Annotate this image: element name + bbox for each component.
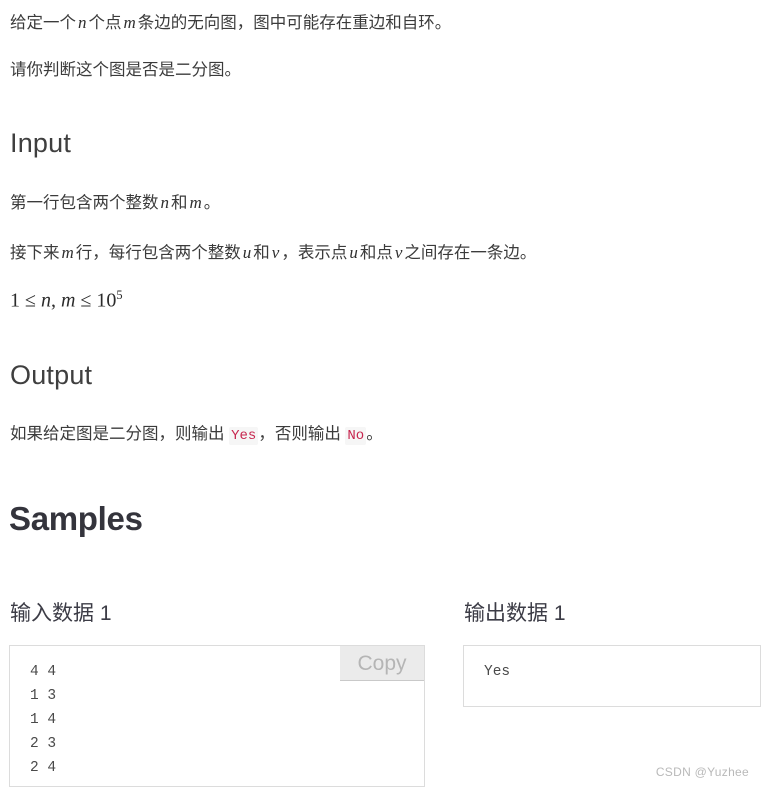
output-text-segment: ，否则输出: [258, 425, 341, 443]
sample-output-code-text: Yes: [484, 664, 511, 680]
input-text-segment: 接下来: [10, 244, 60, 262]
less-equal-symbol: ≤: [80, 289, 92, 312]
math-variable-v: v: [271, 243, 280, 262]
samples-section-heading: Samples: [9, 500, 143, 537]
problem-statement-page: 给定一个 n 个点 m 条边的无向图，图中可能存在重边和自环。 请你判断这个图是否是二分…: [0, 0, 761, 787]
constraint-upper-bound: 10: [96, 289, 117, 312]
copy-button[interactable]: Copy: [340, 646, 424, 681]
input-description-line-1: 第一行包含两个整数 n 和 m。: [10, 190, 220, 216]
less-equal-symbol: ≤: [25, 289, 36, 312]
description-text-segment: 给定一个: [10, 14, 76, 32]
input-constraint-formula: 1 ≤ n, m ≤ 105: [10, 288, 123, 313]
math-variable-m: m: [123, 13, 136, 32]
input-text-segment: 行，每行包含两个整数: [75, 244, 241, 262]
input-section-heading: Input: [10, 128, 72, 158]
math-variable-n: n: [40, 289, 51, 312]
constraint-exponent: 5: [116, 288, 123, 302]
output-section-heading: Output: [10, 360, 93, 390]
math-variable-m: m: [60, 289, 76, 312]
input-description-line-2: 接下来 m 行，每行包含两个整数 u 和 v ，表示点 u 和点 v 之间存在一条边。: [10, 240, 536, 266]
input-text-segment: ，表示点: [281, 244, 348, 262]
sample-output-code-block: Yes: [463, 645, 761, 707]
math-variable-n: n: [78, 13, 87, 32]
description-text-segment: 个点: [88, 14, 122, 32]
input-text-segment: 和: [171, 194, 188, 212]
output-text-segment: 如果给定图是二分图，则输出: [10, 425, 225, 443]
inline-code-no: No: [345, 427, 367, 445]
math-variable-u: u: [242, 243, 252, 262]
problem-description-line-2: 请你判断这个图是否是二分图。: [10, 61, 241, 79]
input-text-segment: 。: [203, 194, 221, 212]
math-variable-u: u: [349, 243, 358, 262]
sample-input-code-block: 4 4 1 3 1 4 2 3 2 4 Copy: [9, 645, 425, 787]
input-text-segment: 第一行包含两个整数: [10, 194, 159, 212]
problem-description-line-1: 给定一个 n 个点 m 条边的无向图，图中可能存在重边和自环。: [10, 10, 451, 36]
input-text-segment: 和: [253, 244, 270, 262]
output-description-line: 如果给定图是二分图，则输出 Yes ，否则输出 No。: [10, 422, 383, 447]
description-text-segment: 条边的无向图，图中可能存在重边和自环。: [137, 14, 452, 32]
sample-input-label: 输入数据 1: [10, 602, 112, 625]
output-text-segment: 。: [366, 425, 383, 443]
csdn-watermark: CSDN @Yuzhee: [655, 765, 749, 779]
sample-output-label: 输出数据 1: [464, 602, 566, 625]
input-text-segment: 之间存在一条边。: [404, 244, 537, 262]
math-variable-m: m: [189, 193, 202, 212]
constraint-comma: ,: [50, 289, 56, 312]
math-variable-m: m: [61, 243, 74, 262]
math-variable-n: n: [160, 193, 170, 212]
inline-code-yes: Yes: [229, 427, 259, 445]
math-variable-v: v: [394, 243, 403, 262]
input-text-segment: 和点: [359, 244, 393, 262]
constraint-lower-bound: 1: [10, 289, 20, 312]
